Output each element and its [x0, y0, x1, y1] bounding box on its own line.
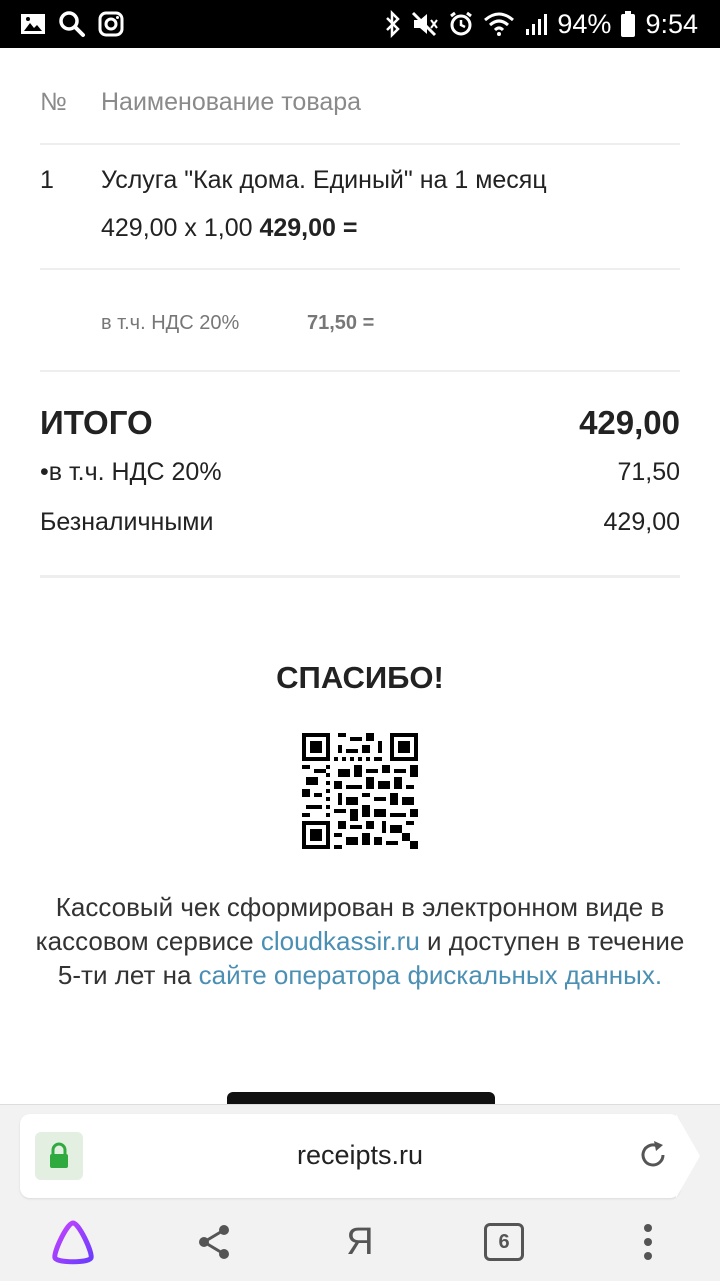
- alarm-icon: [448, 11, 474, 37]
- payment-label: Безналичными: [40, 508, 214, 536]
- ofd-link[interactable]: сайте оператора фискальных данных.: [199, 960, 662, 990]
- instagram-icon: [98, 11, 124, 37]
- battery-icon: [620, 10, 636, 38]
- mute-icon: [411, 11, 439, 37]
- item-vat-label: в т.ч. НДС 20%: [101, 312, 240, 334]
- divider: [40, 370, 680, 372]
- item-number: 1: [40, 166, 54, 194]
- share-button[interactable]: [185, 1216, 245, 1268]
- item-price-quantity: 429,00 x 1,00: [101, 214, 253, 242]
- alice-icon: [52, 1220, 94, 1265]
- thanks-heading: СПАСИБО!: [276, 660, 444, 695]
- item-name: Услуга "Как дома. Единый" на 1 месяц: [101, 166, 547, 194]
- payment-value: 429,00: [603, 508, 680, 536]
- total-label: ИТОГО: [40, 404, 153, 441]
- status-left-icons: [20, 10, 124, 38]
- vat-total-value: 71,50: [617, 458, 680, 486]
- tabs-count: 6: [484, 1223, 524, 1261]
- clock: 9:54: [645, 8, 698, 39]
- total-value: 429,00: [579, 404, 680, 441]
- reload-icon[interactable]: [636, 1138, 670, 1172]
- yandex-button[interactable]: Я: [330, 1216, 390, 1268]
- signal-icon: [524, 11, 548, 37]
- column-header-number: №: [40, 88, 67, 116]
- divider: [40, 143, 680, 145]
- item-vat-value: 71,50 =: [307, 312, 375, 334]
- search-icon: [58, 10, 86, 38]
- browser-nav-bar: Я 6: [0, 1204, 720, 1280]
- alice-assistant-button[interactable]: [43, 1216, 103, 1268]
- more-vertical-icon: [644, 1224, 652, 1260]
- vat-total-label: •в т.ч. НДС 20%: [40, 458, 222, 486]
- qr-code[interactable]: [302, 733, 418, 849]
- gallery-icon: [20, 12, 46, 36]
- battery-percent: 94%: [557, 8, 612, 39]
- item-sum: 429,00 =: [259, 214, 358, 242]
- column-header-name: Наименование товара: [101, 88, 362, 116]
- divider: [40, 268, 680, 270]
- bluetooth-icon: [384, 10, 402, 38]
- wifi-icon: [483, 11, 515, 37]
- divider: [40, 575, 680, 578]
- tabs-button[interactable]: 6: [474, 1216, 534, 1268]
- menu-button[interactable]: [618, 1216, 678, 1268]
- status-bar: 94% 9:54: [0, 0, 720, 48]
- cloudkassir-link[interactable]: cloudkassir.ru: [261, 926, 420, 956]
- receipt-note: Кассовый чек сформирован в электронном в…: [30, 890, 690, 992]
- status-right-icons: 94% 9:54: [384, 9, 698, 40]
- url-text[interactable]: receipts.ru: [0, 1140, 720, 1171]
- share-icon: [199, 1225, 229, 1259]
- item-calculation: 429,00 x 1,00 429,00 =: [101, 214, 357, 243]
